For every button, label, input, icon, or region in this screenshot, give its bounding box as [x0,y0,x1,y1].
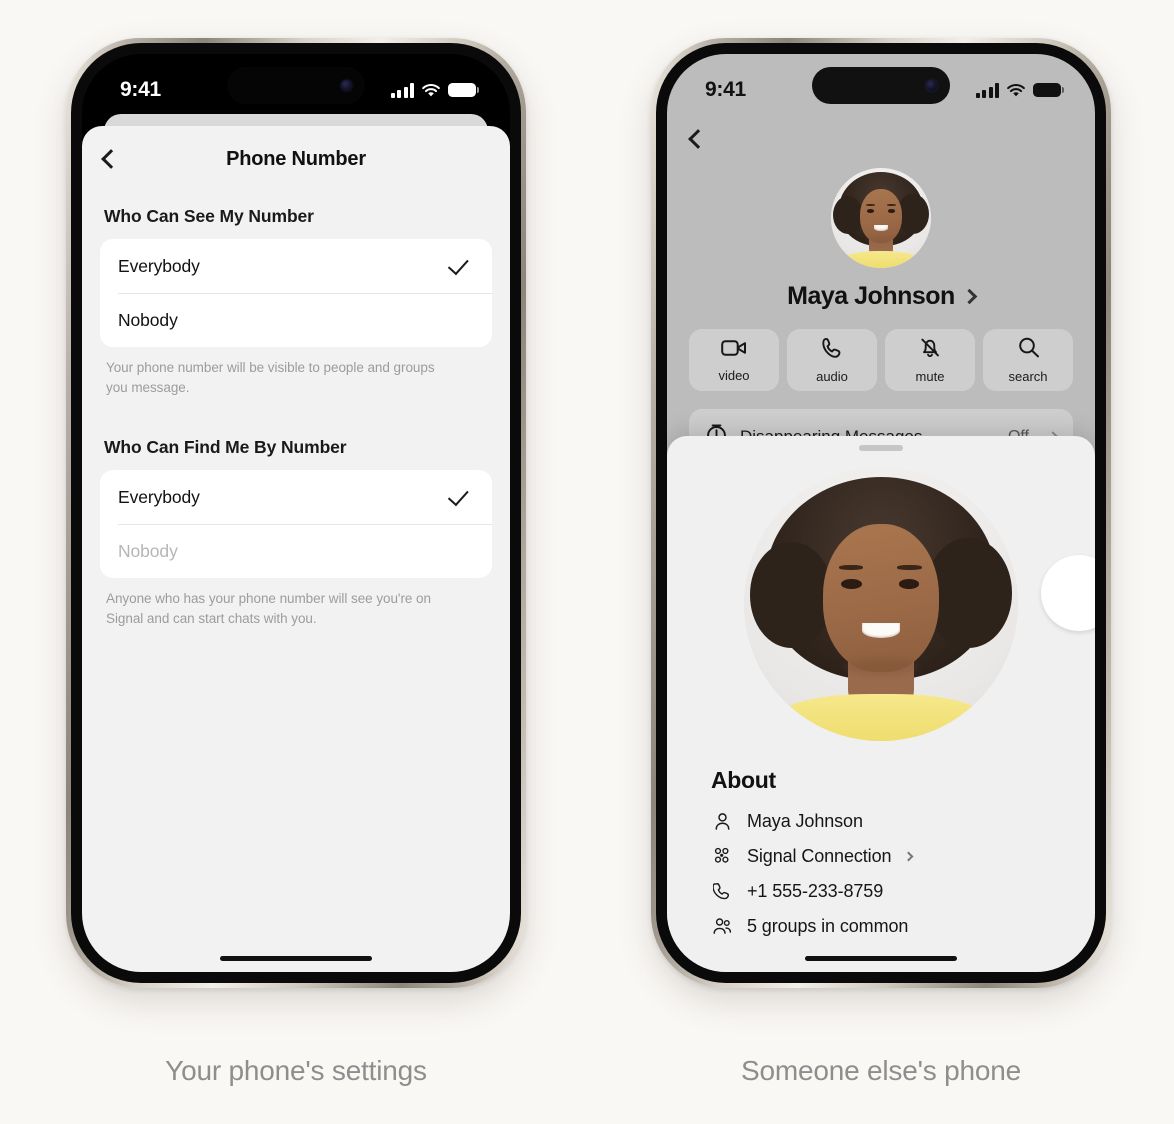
chevron-right-icon [903,851,914,861]
phone-icon [711,880,733,902]
back-button[interactable] [688,119,723,159]
home-indicator[interactable] [220,955,372,961]
about-value: Maya Johnson [747,810,863,831]
option-label: Nobody [118,309,178,330]
contact-name-row[interactable]: Maya Johnson [667,282,1095,311]
person-icon [711,810,733,832]
right-phone-device: Maya Johnson video audio mute search Abo… [651,38,1111,988]
contact-name: Maya Johnson [787,282,955,310]
left-phone-device: Phone Number Who Can See My Number Every… [66,38,526,988]
navigation-bar [667,112,1095,166]
phone-icon [821,337,844,364]
contact-avatar-large[interactable] [744,466,1018,741]
groups-icon [711,915,733,937]
chevron-left-icon [688,129,708,149]
about-value: 5 groups in common [747,915,909,936]
section-header: Who Can See My Number [104,206,314,226]
search-icon [1017,336,1040,364]
comparison-stage: Phone Number Who Can See My Number Every… [0,0,1174,1124]
action-label: mute [915,369,945,384]
section-footnote: Anyone who has your phone number will se… [106,591,431,626]
section-who-can-find: Who Can Find Me By Number Everybody Nobo… [82,423,510,628]
about-value: Signal Connection [747,845,892,866]
action-label: audio [816,368,848,384]
dynamic-island [227,67,365,104]
option-row-nobody[interactable]: Nobody [100,293,492,347]
left-phone-screen: Phone Number Who Can See My Number Every… [82,54,510,972]
option-row-everybody[interactable]: Everybody [100,239,492,293]
action-button-video[interactable]: video [689,329,779,391]
status-clock: 9:41 [120,78,161,101]
checkmark-icon [447,484,469,506]
action-label: video [718,367,750,383]
about-row-groups: 5 groups in common [711,909,1095,944]
section-footnote: Your phone number will be visible to peo… [106,360,435,395]
signal-connection-icon [711,845,733,867]
option-label-disabled: Nobody [118,540,178,561]
right-phone-bezel: Maya Johnson video audio mute search Abo… [656,43,1106,983]
caption-left: Your phone's settings [165,1055,427,1086]
wifi-icon [421,83,441,98]
action-button-mute[interactable]: mute [885,329,975,391]
about-section-title: About [711,766,776,793]
contact-avatar[interactable] [831,168,931,268]
about-value: +1 555-233-8759 [747,880,884,901]
about-row-signal-connection[interactable]: Signal Connection [711,839,1095,874]
checkmark-icon [447,253,469,275]
status-icons [390,82,479,98]
right-phone-screen: Maya Johnson video audio mute search Abo… [667,54,1095,972]
about-list: Maya Johnson Signal Connection +1 555-23… [667,804,1095,944]
avatar-portrait-image [831,168,931,268]
action-button-search[interactable]: search [983,329,1073,391]
option-row-everybody[interactable]: Everybody [100,470,492,524]
front-camera-icon [926,80,937,91]
quick-actions-row: video audio mute search [667,329,1095,391]
option-group: Everybody Nobody [100,470,492,579]
front-camera-icon [341,80,352,91]
navigation-bar: Phone Number [82,126,510,192]
home-indicator[interactable] [805,955,957,961]
option-label: Everybody [118,486,200,507]
battery-icon [448,83,479,97]
avatar-portrait-image-large [744,466,1018,741]
about-row-name: Maya Johnson [711,804,1095,839]
dynamic-island [812,67,950,104]
section-who-can-see: Who Can See My Number Everybody Nobody Y… [82,192,510,397]
option-group: Everybody Nobody [100,239,492,347]
action-label: search [1008,369,1048,384]
next-avatar-circle[interactable] [1041,554,1095,631]
large-avatar-area [667,466,1095,741]
option-label: Everybody [118,255,200,276]
about-row-phone: +1 555-233-8759 [711,874,1095,909]
caption-right: Someone else's phone [741,1055,1021,1086]
bell-slash-icon [918,336,942,364]
left-phone-bezel: Phone Number Who Can See My Number Every… [71,43,521,983]
section-header: Who Can Find Me By Number [104,437,347,458]
sheet-drag-handle[interactable] [859,445,903,451]
signal-bars-icon [390,82,414,98]
action-button-audio[interactable]: audio [787,329,877,391]
page-title: Phone Number [226,147,366,170]
chevron-right-icon [961,288,978,305]
option-row-nobody: Nobody [100,524,492,578]
contact-detail-sheet: About Maya Johnson Signal Connection +1 … [667,436,1095,972]
phone-number-settings-sheet: Phone Number Who Can See My Number Every… [82,126,510,972]
video-camera-icon [721,338,747,363]
